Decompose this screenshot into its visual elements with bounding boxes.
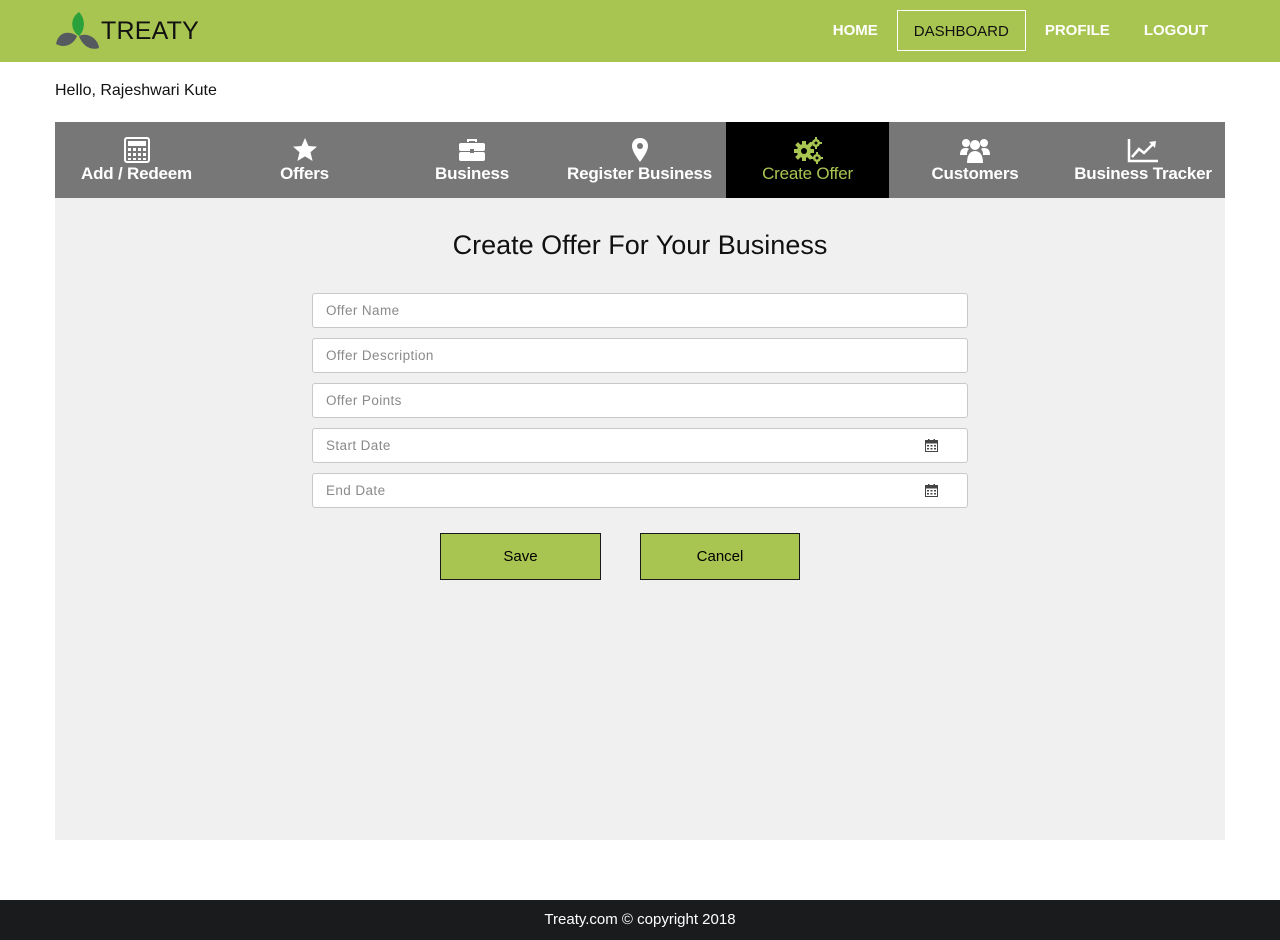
start-date-input[interactable]: [313, 429, 967, 462]
nav-profile[interactable]: PROFILE: [1028, 10, 1127, 51]
brand-logo[interactable]: TREATY: [55, 10, 199, 52]
offer-points-field: [312, 383, 968, 418]
nav-dashboard[interactable]: DASHBOARD: [896, 10, 1026, 51]
user-greeting: Hello, Rajeshwari Kute: [55, 82, 217, 99]
save-button[interactable]: Save: [440, 533, 601, 580]
calendar-icon[interactable]: [925, 439, 938, 452]
end-date-field: [312, 473, 968, 508]
brand-name: TREATY: [101, 16, 199, 45]
tab-label: Offers: [280, 164, 329, 183]
end-date-input[interactable]: [313, 474, 967, 507]
cancel-button[interactable]: Cancel: [640, 533, 800, 580]
tab-business[interactable]: Business: [391, 122, 553, 198]
start-date-field: [312, 428, 968, 463]
briefcase-icon: [458, 136, 486, 164]
gears-icon: [793, 136, 823, 164]
calendar-icon[interactable]: [925, 484, 938, 497]
offer-description-input[interactable]: [313, 339, 967, 372]
tab-label: Add / Redeem: [81, 164, 192, 183]
footer-copyright: Treaty.com © copyright 2018: [0, 900, 1280, 940]
tab-label: Customers: [931, 164, 1019, 183]
tab-label: Business Tracker: [1074, 164, 1212, 183]
line-chart-icon: [1127, 136, 1159, 164]
tab-add-redeem[interactable]: Add / Redeem: [55, 122, 218, 198]
offer-name-field: [312, 293, 968, 328]
tab-customers[interactable]: Customers: [889, 122, 1061, 198]
create-offer-form: [312, 293, 968, 518]
create-offer-panel: Create Offer For Your Business Offer Nam…: [55, 198, 1225, 840]
tab-register-business[interactable]: Register Business: [553, 122, 726, 198]
tab-label: Create Offer: [762, 164, 853, 183]
offer-name-input[interactable]: [313, 294, 967, 327]
main-nav: HOME DASHBOARD PROFILE LOGOUT: [816, 10, 1225, 51]
offer-points-input[interactable]: [313, 384, 967, 417]
nav-logout[interactable]: LOGOUT: [1127, 10, 1225, 51]
tab-business-tracker[interactable]: Business Tracker: [1061, 122, 1225, 198]
tab-create-offer[interactable]: Create Offer: [726, 122, 889, 198]
calculator-icon: [123, 136, 150, 164]
users-icon: [959, 136, 991, 164]
tab-offers[interactable]: Offers: [218, 122, 391, 198]
star-icon: [292, 136, 318, 164]
offer-description-field: [312, 338, 968, 373]
nav-home[interactable]: HOME: [816, 10, 895, 51]
map-marker-icon: [631, 136, 649, 164]
page-title: Create Offer For Your Business: [452, 230, 828, 260]
tab-label: Business: [435, 164, 509, 183]
tab-label: Register Business: [567, 164, 712, 183]
leaf-logo-icon: [56, 12, 99, 49]
dashboard-tabs: Add / Redeem Offers Business Register Bu…: [55, 122, 1225, 198]
top-navbar: TREATY HOME DASHBOARD PROFILE LOGOUT: [0, 0, 1280, 62]
